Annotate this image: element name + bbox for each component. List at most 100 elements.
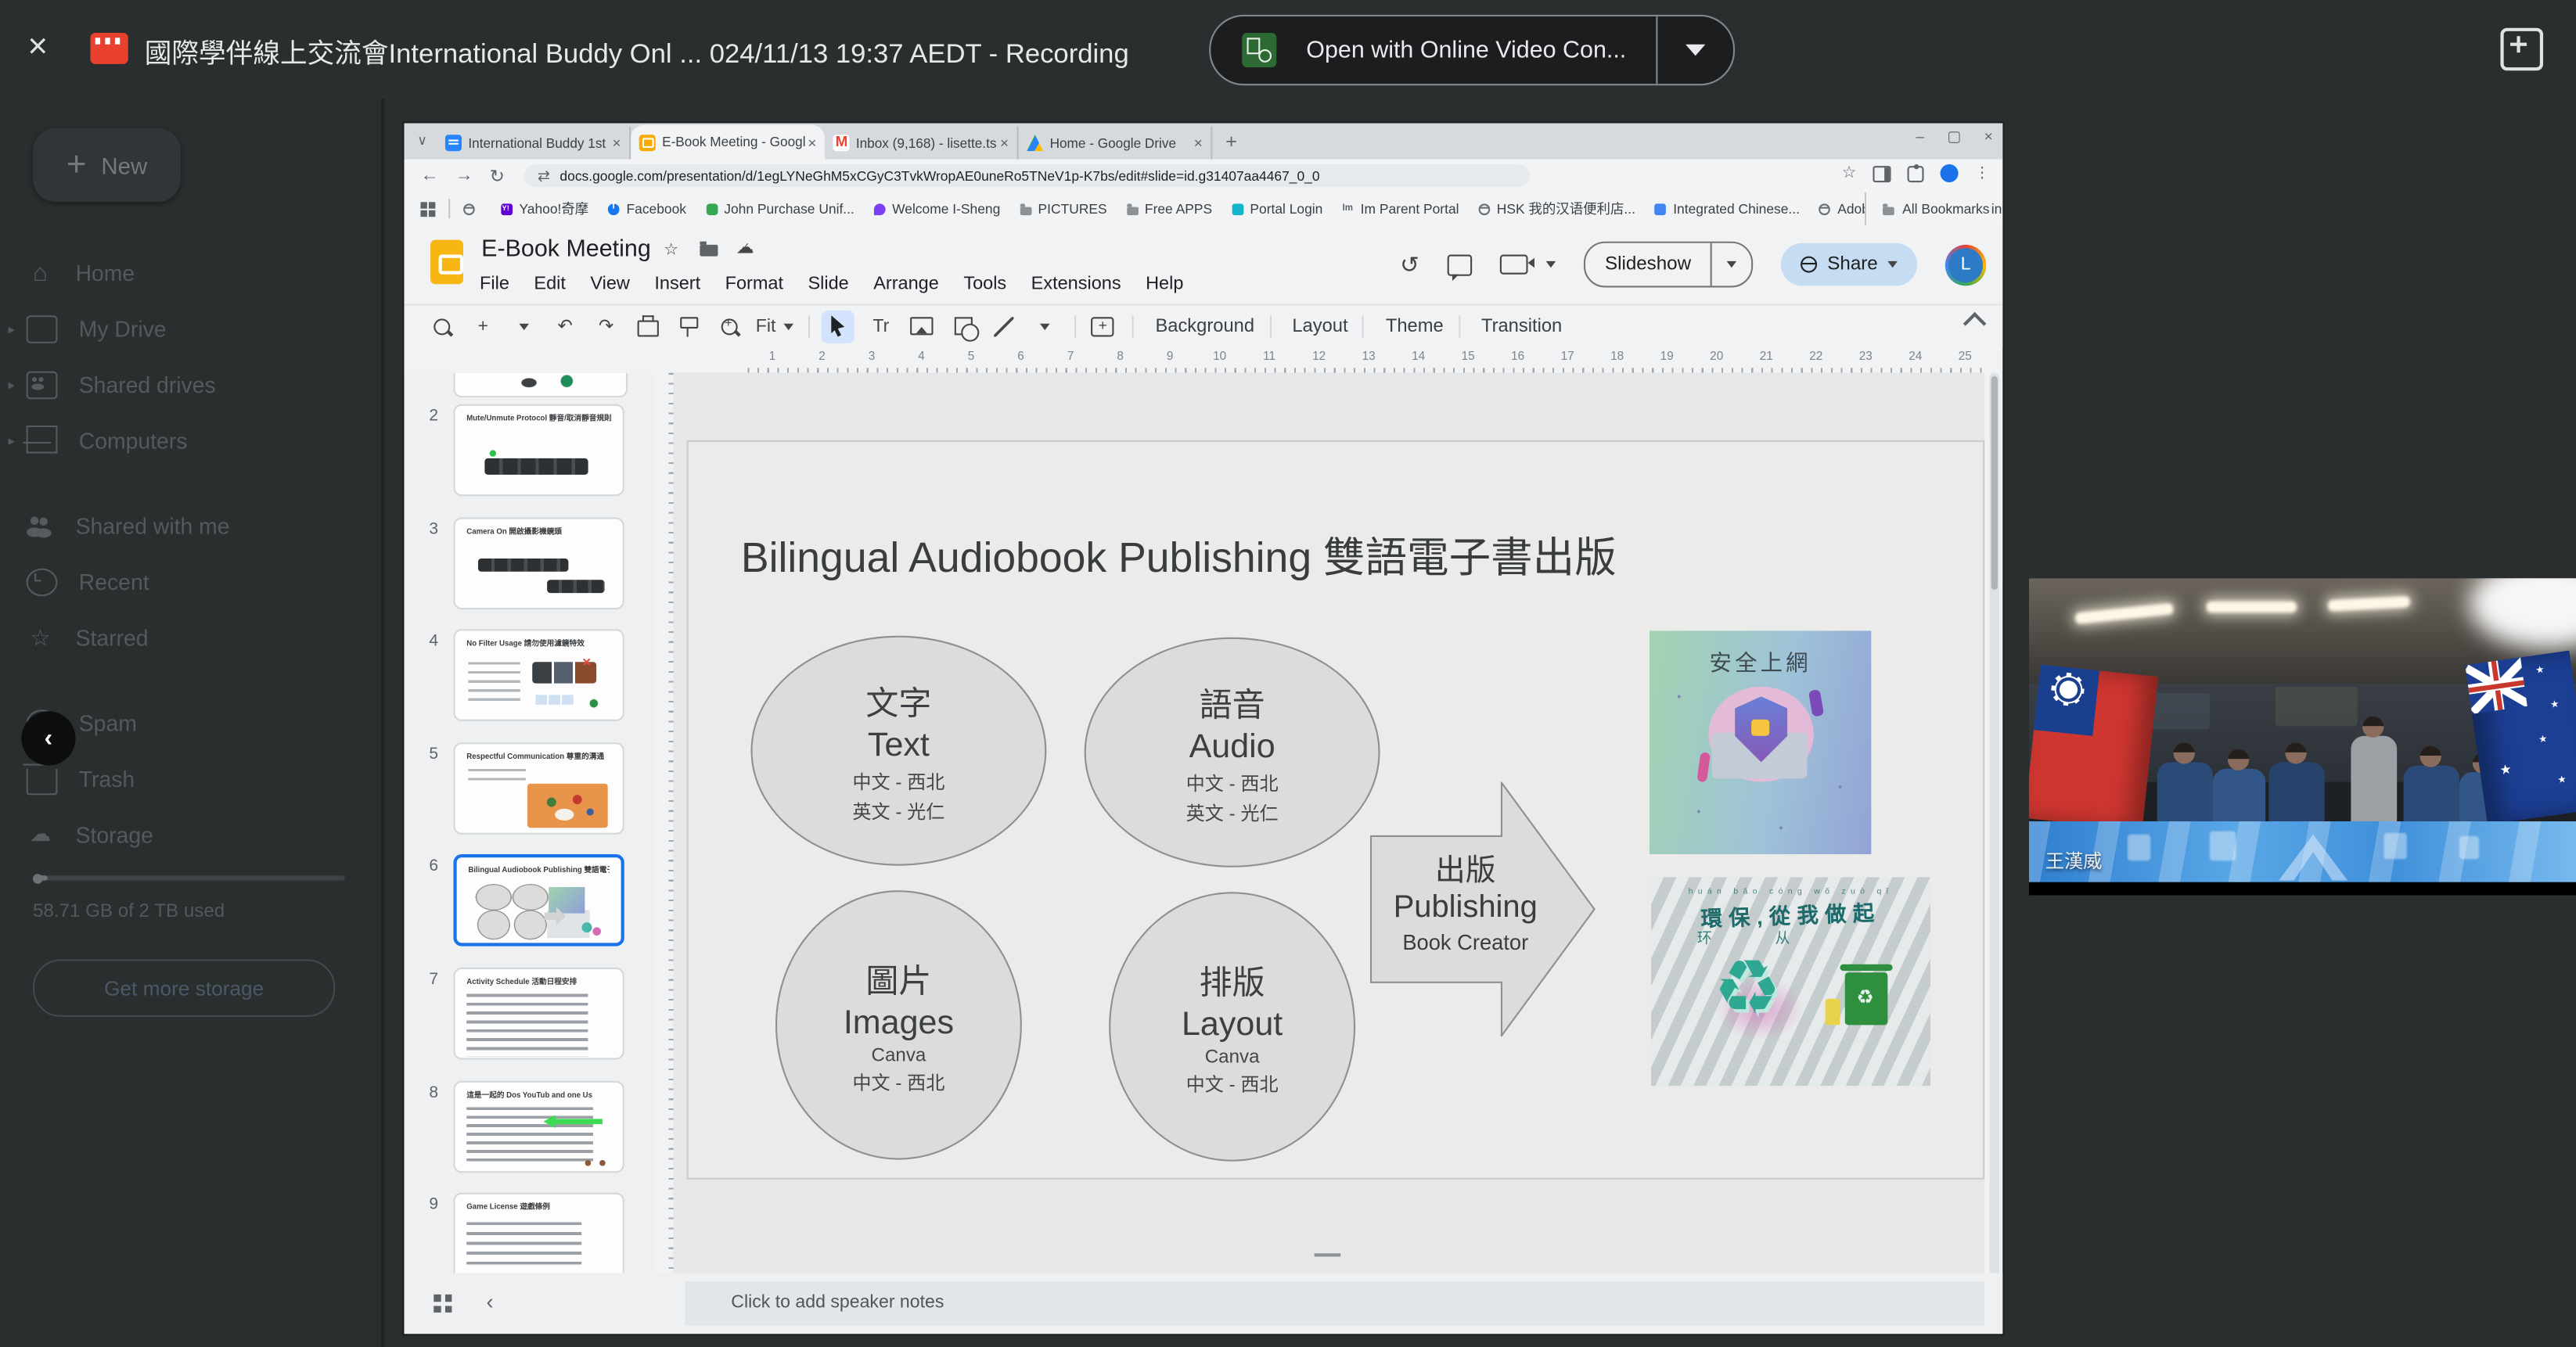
slide-thumbnail[interactable]: Game License 遊戲條例 [453, 1193, 624, 1273]
text-circle[interactable]: 文字 Text 中文 - 西北 英文 - 光仁 [750, 636, 1046, 866]
reload-icon[interactable]: ↻ [490, 165, 505, 186]
chevron-left-icon[interactable]: ‹ [486, 1289, 493, 1314]
paint-format-icon[interactable] [674, 311, 703, 341]
slide-thumbnail[interactable]: Activity Schedule 活動日程安排 [453, 968, 624, 1060]
bookmark-item[interactable]: Yahoo!奇摩 [501, 199, 588, 218]
menu-item[interactable]: Help [1146, 275, 1183, 294]
fit-zoom-control[interactable]: Fit [756, 311, 794, 341]
layout-button[interactable]: Layout [1292, 316, 1347, 336]
layout-circle[interactable]: 排版 Layout Canva 中文 - 西北 [1109, 892, 1355, 1161]
bookmark-item[interactable]: Free APPS [1127, 200, 1212, 217]
tab-close-icon[interactable]: × [613, 135, 621, 151]
browser-menu-icon[interactable]: ⋮ [1975, 164, 1990, 182]
meet-camera-icon[interactable] [1500, 255, 1528, 275]
menu-item[interactable]: Arrange [873, 275, 939, 294]
chevron-down-icon[interactable] [509, 311, 539, 341]
canvas-scrollbar[interactable] [1989, 373, 1999, 1326]
print-icon[interactable] [632, 311, 662, 341]
comments-icon[interactable] [1447, 253, 1471, 275]
sidebar-item[interactable]: ▸ Storage [0, 806, 381, 862]
star-document-icon[interactable]: ☆ [664, 242, 678, 260]
back-icon[interactable]: ← [420, 166, 438, 185]
safe-internet-book-cover-image[interactable]: 安全上網 [1650, 630, 1871, 854]
slide-1-thumbnail-partial[interactable] [453, 373, 628, 398]
undo-icon[interactable]: ↶ [550, 311, 580, 341]
sidebar-item[interactable]: ▸ Recent [0, 554, 381, 609]
transition-button[interactable]: Transition [1481, 316, 1562, 336]
browser-profile-avatar[interactable] [1941, 164, 1959, 182]
bookmark-item[interactable]: Facebook [608, 200, 686, 217]
bookmark-item[interactable]: John Purchase Unif... [706, 200, 854, 217]
insert-line-icon[interactable] [989, 311, 1019, 341]
sidebar-item[interactable]: ▸ Shared with me [0, 497, 381, 553]
menu-item[interactable]: Extensions [1031, 275, 1121, 294]
menu-item[interactable]: View [590, 275, 629, 294]
insert-shape-icon[interactable] [948, 311, 978, 341]
text-box-icon[interactable]: Tr [866, 311, 896, 341]
slide-thumbnail[interactable]: Bilingual Audiobook Publishing 雙語電子書出版 [453, 855, 624, 947]
tab-close-icon[interactable]: × [808, 134, 816, 150]
background-button[interactable]: Background [1155, 316, 1254, 336]
move-to-folder-icon[interactable] [700, 245, 718, 257]
bookmark-item[interactable]: Im Parent Portal [1343, 200, 1459, 217]
add-to-library-icon[interactable] [2500, 28, 2543, 71]
menu-item[interactable]: File [480, 275, 509, 294]
sidebar-item[interactable]: ▸ Shared drives [0, 357, 381, 412]
insert-image-icon[interactable] [907, 311, 937, 341]
theme-button[interactable]: Theme [1386, 316, 1444, 336]
menu-item[interactable]: Edit [534, 275, 565, 294]
apps-grid-icon[interactable] [420, 201, 435, 216]
slideshow-dropdown[interactable] [1712, 261, 1751, 268]
bookmark-item[interactable] [463, 203, 481, 214]
menu-item[interactable]: Slide [808, 275, 848, 294]
redo-icon[interactable]: ↷ [592, 311, 621, 341]
speaker-notes-field[interactable]: Click to add speaker notes [685, 1281, 1984, 1326]
new-button[interactable]: + New [33, 128, 181, 203]
slideshow-button[interactable]: Slideshow [1584, 242, 1754, 288]
browser-tab[interactable]: International Buddy 1st Meet P × [437, 127, 631, 160]
account-avatar[interactable]: L [1945, 244, 1986, 286]
tab-close-icon[interactable]: × [1000, 135, 1009, 151]
expand-chevron-icon[interactable]: ▸ [0, 321, 23, 336]
zoom-in-icon[interactable] [714, 311, 744, 341]
menu-item[interactable]: Insert [654, 275, 700, 294]
menu-item[interactable]: Tools [963, 275, 1006, 294]
notes-resize-handle[interactable] [1315, 1253, 1341, 1256]
open-with-button[interactable]: Open with Online Video Con... [1209, 15, 1735, 85]
bookmark-item[interactable]: Integrated Chinese... [1655, 200, 1800, 217]
maximize-icon[interactable]: ▢ [1947, 128, 1961, 146]
browser-tab[interactable]: E-Book Meeting - Google Slid × [631, 125, 825, 160]
bookmark-item[interactable]: Welcome I-Sheng [874, 200, 1000, 217]
slide-thumbnail[interactable]: No Filter Usage 請勿使用濾鏡特效 [453, 630, 624, 722]
bookmark-item[interactable]: HSK 我的汉语便利店... [1479, 199, 1635, 218]
side-panel-icon[interactable] [1873, 165, 1891, 181]
bookmark-item[interactable]: Portal Login [1232, 200, 1322, 217]
browser-tab[interactable]: Inbox (9,168) - lisette.tsai@gm × [825, 127, 1019, 160]
slide-thumbnail[interactable]: Mute/Unmute Protocol 靜音/取消靜音規則 [453, 404, 624, 497]
minimize-icon[interactable]: – [1916, 128, 1924, 146]
chevron-down-icon[interactable] [1031, 311, 1060, 341]
get-more-storage-button[interactable]: Get more storage [33, 959, 335, 1017]
close-icon[interactable]: × [16, 27, 59, 70]
expand-chevron-icon[interactable]: ▸ [0, 377, 23, 392]
participant-video[interactable]: ★ ★ ★ ★ ★ 王漢威 [2029, 578, 2576, 895]
insert-comment-icon[interactable]: + [1088, 311, 1117, 341]
grid-view-icon[interactable] [434, 1295, 452, 1313]
images-circle[interactable]: 圖片 Images Canva 中文 - 西北 [775, 890, 1022, 1159]
collapse-toolbar-icon[interactable] [1963, 312, 1987, 336]
bookmark-item[interactable]: PICTURES [1020, 200, 1106, 217]
expand-chevron-icon[interactable]: ▸ [0, 433, 23, 447]
document-title[interactable]: E-Book Meeting [481, 236, 651, 263]
tab-search-chevron-icon[interactable]: ∨ [414, 133, 430, 149]
window-close-icon[interactable]: × [1984, 128, 1993, 146]
share-button[interactable]: Share [1782, 243, 1918, 286]
audio-circle[interactable]: 語音 Audio 中文 - 西北 英文 - 光仁 [1085, 638, 1380, 867]
all-bookmarks-button[interactable]: All Bookmarks [1865, 192, 1990, 225]
slide-thumbnail[interactable]: Camera On 開啟攝影機鏡頭 [453, 517, 624, 609]
sidebar-item[interactable]: ▸ Home [0, 245, 381, 300]
slide-thumbnail[interactable]: 這是一起的 Dos YouTub and one Us [453, 1080, 624, 1173]
select-tool-icon[interactable] [822, 310, 854, 343]
version-history-icon[interactable]: ↺ [1400, 250, 1419, 278]
open-with-dropdown[interactable] [1657, 16, 1733, 84]
slide-thumbnail[interactable]: Respectful Communication 尊重的溝通 [453, 742, 624, 835]
